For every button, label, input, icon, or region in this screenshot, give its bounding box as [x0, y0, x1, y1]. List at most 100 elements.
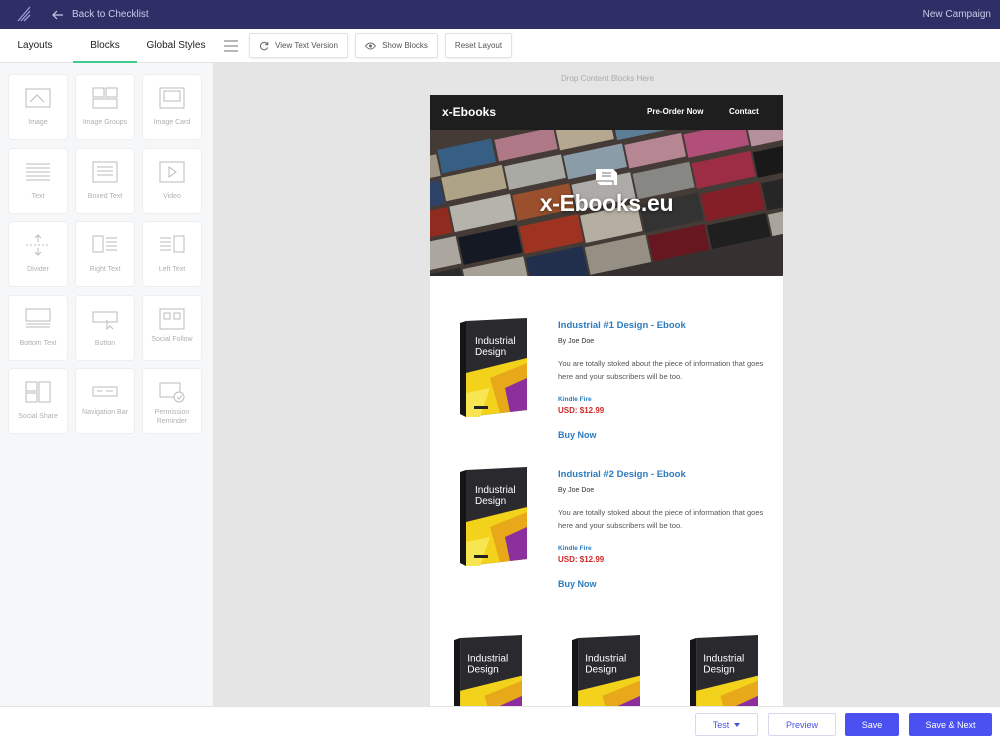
cover-title-line: Design	[467, 665, 499, 676]
block-tile-bottom-text[interactable]: Bottom Text	[9, 295, 67, 360]
refresh-icon	[260, 41, 269, 50]
menu-icon[interactable]	[224, 40, 238, 52]
blocks-panel: Image Image Groups Image Card Text Boxed Tex…	[0, 63, 214, 706]
block-tile-permission-reminder[interactable]: Permission Reminder	[143, 369, 201, 433]
block-tile-social-follow[interactable]: Social Follow	[143, 295, 201, 360]
preview-button[interactable]: Preview	[768, 713, 836, 736]
cover-title-line: Industrial	[585, 653, 626, 664]
save-and-next-button[interactable]: Save & Next	[909, 713, 992, 736]
block-tile-label: Permission Reminder	[154, 409, 190, 425]
block-tile-text[interactable]: Text	[9, 148, 67, 213]
drop-zone-hint[interactable]: Drop Content Blocks Here	[215, 74, 1000, 83]
block-tile-image[interactable]: Image	[9, 75, 67, 139]
block-tile-divider[interactable]: Divider	[9, 222, 67, 286]
block-tile-label: Left Text	[158, 266, 186, 273]
block-tile-label: Image	[28, 119, 48, 126]
editor-footer: Test Preview Save Save & Next	[0, 706, 1000, 740]
block-tile-button[interactable]: Button	[76, 295, 134, 360]
book-cover-image[interactable]: Industrial Design	[454, 635, 522, 706]
product-description: You are totally stoked about the piece o…	[558, 508, 764, 530]
cover-title-line: Industrial	[703, 653, 744, 664]
book-cover-image: Industrial Design	[460, 467, 527, 567]
show-blocks-button[interactable]: Show Blocks	[355, 33, 438, 58]
text-icon	[26, 163, 50, 180]
reset-layout-button[interactable]: Reset Layout	[445, 33, 512, 58]
hero-image[interactable]: x-Ebooks.eu	[430, 130, 783, 276]
block-tile-label: Boxed Text	[87, 192, 123, 200]
tab-layouts[interactable]: Layouts	[8, 29, 62, 63]
app-logo-icon[interactable]	[16, 5, 32, 23]
right-text-icon	[92, 235, 117, 253]
block-tile-image-card[interactable]: Image Card	[143, 75, 201, 139]
view-text-version-button[interactable]: View Text Version	[249, 33, 348, 58]
top-bar: Back to Checklist New Campaign	[0, 0, 1000, 29]
tab-global-styles[interactable]: Global Styles	[142, 29, 210, 63]
cover-title-line: Design	[585, 665, 617, 676]
hero-title: x-Ebooks.eu	[539, 190, 674, 216]
block-tile-label: Social Share	[18, 413, 58, 420]
back-to-checklist-link[interactable]: Back to Checklist	[52, 0, 149, 29]
product-description: You are totally stoked about the piece o…	[558, 359, 764, 381]
buy-now-link[interactable]: Buy Now	[558, 579, 597, 589]
nav-contact-link[interactable]: Contact	[729, 107, 759, 116]
block-tile-social-share[interactable]: Social Share	[9, 369, 67, 433]
block-tile-label: Video	[163, 192, 181, 200]
button-icon	[92, 311, 118, 330]
block-tile-label: Right Text	[89, 266, 121, 273]
product-price: USD: $12.99	[558, 555, 605, 564]
product-author: By Joe Doe	[558, 487, 595, 494]
test-dropdown-button[interactable]: Test	[695, 713, 758, 736]
test-label: Test	[712, 719, 730, 730]
block-tile-label: Image Groups	[82, 119, 128, 126]
block-tile-image-groups[interactable]: Image Groups	[76, 75, 134, 139]
navigation-bar-icon	[92, 386, 118, 397]
product-author: By Joe Doe	[558, 338, 595, 345]
book-cover-image[interactable]: Industrial Design	[690, 635, 758, 706]
cover-title-line: Industrial	[475, 485, 516, 496]
product-title[interactable]: Industrial #1 Design - Ebook	[558, 320, 686, 331]
image-icon	[25, 88, 51, 108]
block-tile-navigation-bar[interactable]: Navigation Bar	[76, 369, 134, 433]
block-tile-label: Button	[94, 339, 116, 347]
social-share-icon	[25, 381, 51, 403]
permission-reminder-icon	[159, 382, 185, 403]
cover-title-line: Industrial	[475, 336, 516, 347]
social-follow-icon	[159, 308, 185, 329]
block-tile-label: Bottom Text	[19, 339, 57, 347]
product-platform: Kindle Fire	[558, 545, 592, 552]
cover-title-line: Design	[703, 665, 735, 676]
back-label: Back to Checklist	[72, 9, 149, 20]
product-title[interactable]: Industrial #2 Design - Ebook	[558, 469, 686, 480]
book-cover-image: Industrial Design	[460, 318, 527, 418]
tab-blocks[interactable]: Blocks	[73, 29, 137, 63]
email-brand: x-Ebooks	[442, 105, 497, 119]
image-card-icon	[159, 87, 185, 109]
bottom-text-icon	[25, 308, 51, 327]
block-tile-left-text[interactable]: Left Text	[143, 222, 201, 286]
block-tile-label: Divider	[27, 266, 49, 273]
email-header[interactable]: x-Ebooks Pre-Order Now Contact	[430, 95, 783, 130]
image-groups-icon	[92, 87, 118, 109]
block-tile-video[interactable]: Video	[143, 148, 201, 213]
arrow-left-icon	[52, 10, 63, 19]
book-cover-image[interactable]: Industrial Design	[572, 635, 640, 706]
nav-pre-order-link[interactable]: Pre-Order Now	[647, 107, 703, 116]
block-tile-right-text[interactable]: Right Text	[76, 222, 134, 286]
boxed-text-icon	[92, 161, 118, 182]
editor-toolbar: Layouts Blocks Global Styles View Text V…	[0, 29, 1000, 63]
block-tile-boxed-text[interactable]: Boxed Text	[76, 148, 134, 213]
product-card-2[interactable]: Industrial Design Industrial #2 Design -…	[430, 425, 783, 600]
block-tile-label: Social Follow	[151, 335, 193, 343]
block-tile-label: Image Card	[153, 119, 191, 126]
block-tile-label: Text	[31, 192, 45, 200]
email-canvas: Drop Content Blocks Here x-Ebooks Pre-Or…	[215, 63, 1000, 706]
left-text-icon	[160, 235, 185, 253]
view-text-version-label: View Text Version	[275, 41, 338, 50]
divider-icon	[26, 234, 50, 256]
book-icon	[596, 169, 617, 185]
save-button[interactable]: Save	[845, 713, 899, 736]
campaign-name[interactable]: New Campaign	[923, 0, 991, 29]
email-preview: x-Ebooks Pre-Order Now Contact x-Ebooks.…	[430, 95, 783, 706]
cover-title-line: Industrial	[467, 653, 508, 664]
cover-title-line: Design	[475, 347, 506, 358]
